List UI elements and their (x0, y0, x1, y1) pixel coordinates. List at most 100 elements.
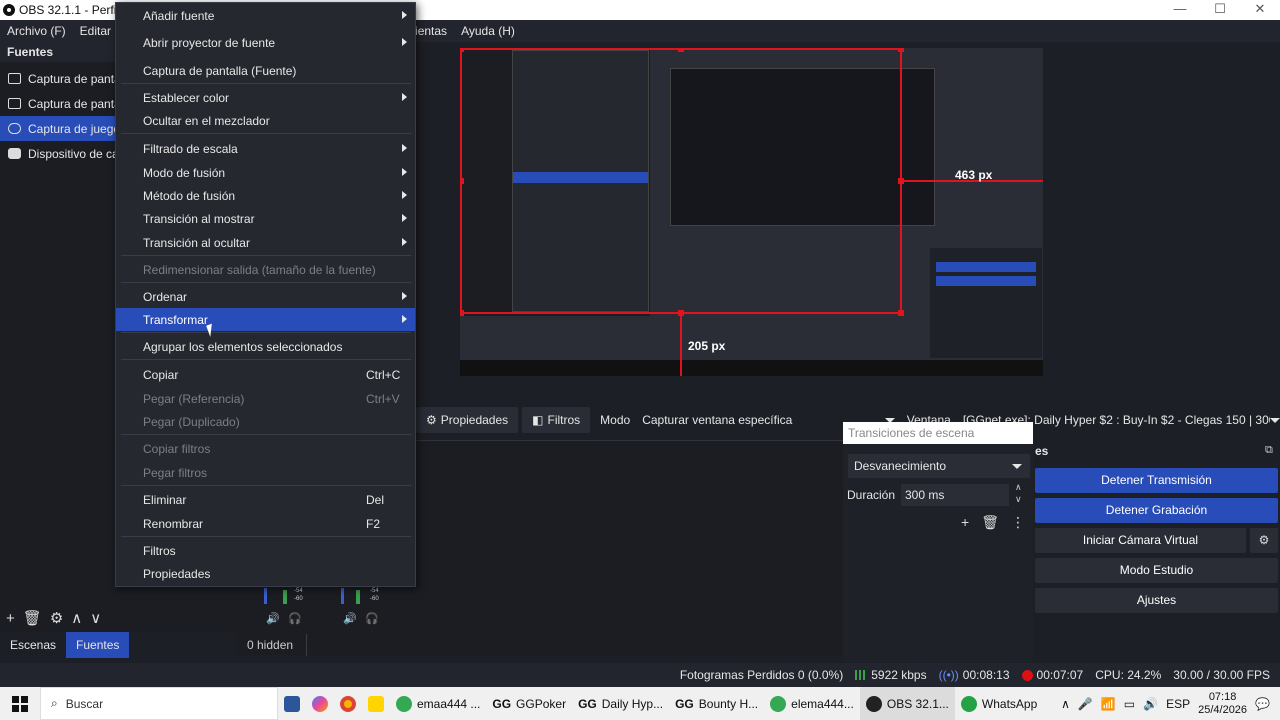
menu-item-copy[interactable]: Copiar Ctrl+C (116, 363, 415, 386)
stop-stream-button[interactable]: Detener Transmisión (1035, 468, 1278, 493)
menu-item-hide-in-mixer[interactable]: Ocultar en el mezclador (116, 109, 415, 132)
microphone-icon[interactable]: 🎤 (1078, 697, 1093, 711)
menu-item-hide-transition[interactable]: Transición al ocultar (116, 231, 415, 254)
tab-sources[interactable]: Fuentes (66, 632, 130, 658)
menu-item-paste-filters[interactable]: Pegar filtros (116, 461, 415, 484)
source-settings-icon[interactable]: ⚙ (50, 609, 63, 627)
taskbar-app-ggpoker[interactable]: GG GGPoker (486, 687, 572, 720)
add-source-icon[interactable]: + (6, 610, 15, 627)
virtual-camera-button[interactable]: Iniciar Cámara Virtual (1035, 528, 1246, 553)
menu-item-set-color[interactable]: Establecer color (116, 86, 415, 109)
resize-handle[interactable] (460, 48, 464, 52)
menu-item-paste-reference[interactable]: Pegar (Referencia) Ctrl+V (116, 387, 415, 410)
menu-item-filters[interactable]: Filtros (116, 539, 415, 562)
resize-handle[interactable] (678, 48, 684, 52)
more-options-icon[interactable]: ⋮ (1011, 514, 1025, 531)
menu-item-paste-duplicate[interactable]: Pegar (Duplicado) (116, 410, 415, 433)
db-label: -60 (370, 596, 379, 602)
menu-item-transform[interactable]: Transformar (116, 308, 415, 331)
source-item-label: Captura de pantal (28, 96, 124, 111)
move-up-icon[interactable]: ∧ (71, 609, 82, 627)
add-transition-icon[interactable]: + (961, 514, 969, 531)
hidden-count: 0 hidden (247, 638, 294, 652)
notifications-icon[interactable]: 💬 (1255, 697, 1270, 711)
menu-item-add-source[interactable]: Añadir fuente (116, 4, 415, 27)
menu-edit[interactable]: Editar (73, 24, 118, 38)
taskbar-app-daily-hyper[interactable]: GG Daily Hyp... (572, 687, 669, 720)
menu-item-resize-output[interactable]: Redimensionar salida (tamaño de la fuent… (116, 258, 415, 281)
sticky-notes-icon[interactable] (362, 687, 390, 720)
undock-icon[interactable]: ⧉ (1265, 444, 1273, 457)
taskbar-app-bounty[interactable]: GG Bounty H... (669, 687, 764, 720)
chevron-right-icon (402, 93, 407, 101)
stepper-down-icon[interactable]: ∨ (1015, 494, 1022, 505)
menu-item-screenshot-source[interactable]: Captura de pantalla (Fuente) (116, 59, 415, 82)
resize-handle[interactable] (898, 48, 904, 52)
stop-recording-button[interactable]: Detener Grabación (1035, 498, 1278, 523)
menu-item-open-projector[interactable]: Abrir proyector de fuente (116, 31, 415, 54)
taskbar-app-obs[interactable]: OBS 32.1... (859, 687, 955, 720)
speaker-icon[interactable]: 🔊 (266, 612, 280, 625)
move-down-icon[interactable]: ∨ (90, 609, 101, 627)
preview-canvas[interactable] (460, 48, 1043, 376)
volume-icon[interactable]: 🔊 (1143, 697, 1158, 711)
settings-button[interactable]: Ajustes (1035, 588, 1278, 613)
chevron-up-icon[interactable]: ∧ (1061, 697, 1070, 711)
resize-handle[interactable] (898, 310, 904, 316)
stepper-up-icon[interactable]: ∧ (1015, 482, 1022, 493)
filter-icon: ◧ (532, 413, 544, 427)
chrome-icon[interactable] (334, 687, 362, 720)
menu-item-order[interactable]: Ordenar (116, 285, 415, 308)
duration-label: Duración (847, 488, 896, 502)
headphones-icon[interactable]: 🎧 (288, 612, 302, 625)
start-button[interactable] (0, 687, 40, 720)
speaker-icon[interactable]: 🔊 (343, 612, 357, 625)
remove-transition-icon[interactable]: 🗑 (981, 514, 999, 531)
maximize-button[interactable]: ☐ (1200, 0, 1240, 20)
headphones-icon[interactable]: 🎧 (365, 612, 379, 625)
menu-item-blend-method[interactable]: Método de fusión (116, 184, 415, 207)
menu-file[interactable]: Archivo (F) (0, 24, 73, 38)
battery-icon[interactable]: ▭ (1124, 697, 1135, 711)
gear-icon[interactable]: ⚙ (1250, 528, 1278, 553)
close-button[interactable]: ✕ (1240, 0, 1280, 20)
menu-item-copy-filters[interactable]: Copiar filtros (116, 437, 415, 460)
properties-button[interactable]: ⚙ Propiedades (416, 407, 519, 433)
duration-input[interactable]: 300 ms (901, 484, 1009, 506)
taskbar-app-chrome-2[interactable]: elema444... (764, 687, 860, 720)
taskbar-app-whatsapp[interactable]: WhatsApp (955, 687, 1043, 720)
network-icon[interactable]: 📶 (1101, 697, 1116, 711)
copilot-icon[interactable] (306, 687, 334, 720)
volume-meter (341, 588, 344, 604)
resize-handle[interactable] (460, 310, 464, 316)
menu-item-delete[interactable]: Eliminar Del (116, 488, 415, 511)
minimize-button[interactable]: — (1160, 0, 1200, 20)
menu-item-group-selected[interactable]: Agrupar los elementos seleccionados (116, 335, 415, 358)
word-icon[interactable] (278, 687, 306, 720)
clock[interactable]: 07:18 25/4/2026 (1198, 691, 1247, 717)
taskbar-search[interactable]: ⌕ Buscar (40, 687, 278, 720)
chevron-right-icon (402, 144, 407, 152)
menu-item-blend-mode[interactable]: Modo de fusión (116, 161, 415, 184)
system-tray: ∧ 🎤 📶 ▭ 🔊 ESP 07:18 25/4/2026 💬 (1061, 687, 1280, 720)
menu-item-properties[interactable]: Propiedades (116, 562, 415, 585)
filters-button[interactable]: ◧ Filtros (522, 407, 591, 433)
whatsapp-icon (960, 695, 977, 712)
tab-scenes[interactable]: Escenas (0, 632, 66, 658)
source-bounding-box[interactable] (460, 48, 902, 314)
signal-icon (855, 670, 868, 680)
language-indicator[interactable]: ESP (1166, 697, 1190, 711)
menu-help[interactable]: Ayuda (H) (454, 24, 522, 38)
studio-mode-button[interactable]: Modo Estudio (1035, 558, 1278, 583)
menu-item-rename[interactable]: Renombrar F2 (116, 512, 415, 535)
transition-select[interactable]: Desvanecimiento (848, 454, 1030, 478)
menu-item-scale-filtering[interactable]: Filtrado de escala (116, 137, 415, 160)
ggpoker-icon: GG (578, 696, 597, 711)
gear-icon: ⚙ (426, 413, 437, 427)
remove-source-icon[interactable]: 🗑 (23, 609, 42, 627)
resize-handle[interactable] (460, 178, 464, 184)
controls-title: es (1035, 444, 1049, 458)
ggpoker-icon: GG (675, 696, 694, 711)
taskbar-app-chrome-1[interactable]: emaa444 ... (390, 687, 486, 720)
menu-item-show-transition[interactable]: Transición al mostrar (116, 207, 415, 230)
